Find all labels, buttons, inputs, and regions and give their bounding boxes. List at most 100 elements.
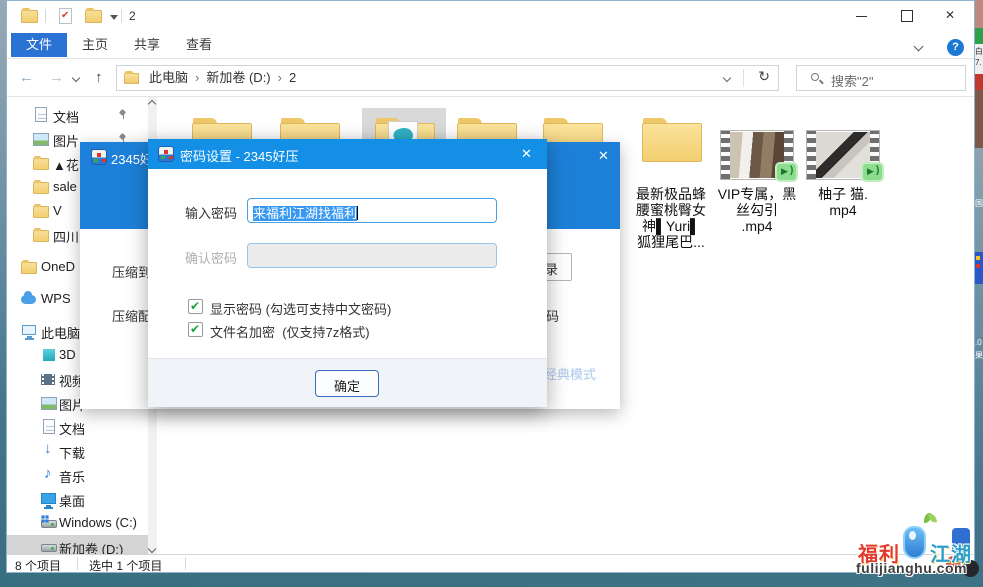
- play-badge-icon: [775, 162, 798, 182]
- folder-icon: [33, 158, 49, 170]
- address-folder-icon: [124, 73, 139, 84]
- search-icon: [811, 73, 819, 81]
- breadcrumb-item[interactable]: 新加卷 (D:): [202, 66, 274, 90]
- file-item-label: 最新极品蜂腰蜜桃臀女神▌Yuri▌狐狸尾巴...: [629, 186, 713, 250]
- folder-icon: [33, 230, 49, 242]
- pin-icon: [119, 134, 127, 142]
- password-link-fragment[interactable]: 码: [546, 306, 559, 325]
- folder-icon: [642, 118, 700, 160]
- tab-share[interactable]: 共享: [123, 33, 171, 57]
- selected-count: 选中 1 个项目: [89, 557, 162, 574]
- desktop-label-fragment: 白: [975, 46, 983, 57]
- divider: [743, 69, 744, 87]
- sidebar-item-note[interactable]: 音乐: [7, 463, 148, 487]
- haozip-icon: [158, 146, 174, 162]
- desktop-label-fragment: .0: [975, 338, 982, 347]
- pic-icon: [41, 397, 57, 410]
- breadcrumb-item[interactable]: 此电脑: [145, 66, 192, 90]
- ribbon-tabs: 文件主页共享查看 ?: [7, 31, 974, 59]
- file-item[interactable]: 最新极品蜂腰蜜桃臀女神▌Yuri▌狐狸尾巴...: [629, 108, 713, 160]
- classic-mode-link[interactable]: 经典模式: [544, 364, 596, 383]
- doc-icon: [43, 419, 55, 434]
- drive-win-icon: [41, 520, 57, 528]
- refresh-icon[interactable]: [758, 68, 770, 85]
- sprout-icon: [924, 513, 934, 527]
- desktop-label-fragment: 果: [975, 350, 983, 361]
- quick-access-caret-icon[interactable]: [110, 13, 118, 21]
- recent-locations-icon[interactable]: [72, 74, 80, 82]
- search-input[interactable]: 搜索"2": [831, 71, 873, 90]
- show-password-checkbox[interactable]: [188, 299, 203, 314]
- scroll-up-icon[interactable]: [148, 100, 156, 108]
- password-input[interactable]: 来福利江湖找福利: [247, 198, 497, 223]
- file-item-label: 柚子 猫.mp4: [801, 186, 885, 218]
- address-dropdown-icon[interactable]: [723, 74, 731, 82]
- cloud-icon: [21, 295, 36, 304]
- quick-access-folder-icon[interactable]: [85, 10, 102, 23]
- window-controls: [839, 1, 974, 31]
- divider: [185, 557, 186, 570]
- item-count: 8 个项目: [15, 557, 61, 574]
- forward-button[interactable]: [49, 69, 64, 86]
- sidebar-item-label: 桌面: [59, 491, 85, 510]
- compress-to-label: 压缩到: [112, 262, 151, 281]
- scroll-down-icon[interactable]: [148, 545, 156, 553]
- window-title: 2: [129, 9, 136, 23]
- watermark: 福利 江湖 fulijianghu.com: [858, 514, 982, 584]
- ribbon-collapse-icon[interactable]: [914, 42, 924, 52]
- navigation-bar: 此电脑›新加卷 (D:)›2 搜索"2": [7, 59, 974, 97]
- maximize-button[interactable]: [884, 1, 929, 30]
- doc-icon: [35, 107, 47, 122]
- password-input-label: 输入密码: [185, 203, 237, 222]
- search-box[interactable]: 搜索"2": [796, 65, 966, 91]
- ok-button[interactable]: 确定: [315, 370, 379, 397]
- divider: [77, 557, 78, 570]
- file-item-label: VIP专属，黑丝勾引.mp4: [715, 186, 799, 234]
- confirm-password-input[interactable]: [247, 243, 497, 268]
- desktop-icon-fragment: [975, 252, 983, 284]
- sidebar-item-label: 四川: [53, 227, 79, 246]
- sidebar-item-down[interactable]: 下载: [7, 439, 148, 463]
- compress-dialog-close-icon[interactable]: [598, 148, 609, 164]
- desktop-label-fragment: 7.: [975, 58, 982, 67]
- help-icon[interactable]: ?: [947, 39, 964, 56]
- password-dialog-close-icon[interactable]: [521, 146, 532, 162]
- sidebar-item-label: 图片: [53, 131, 79, 150]
- play-badge-icon: [861, 162, 884, 182]
- password-dialog-titlebar: 密码设置 - 2345好压: [148, 139, 547, 169]
- sidebar-item-drive-win[interactable]: Windows (C:): [7, 511, 148, 535]
- encrypt-filename-checkbox[interactable]: [188, 322, 203, 337]
- tab-home[interactable]: 主页: [71, 33, 119, 57]
- tab-file[interactable]: 文件: [11, 33, 67, 57]
- sidebar-item-desk[interactable]: 桌面: [7, 487, 148, 511]
- address-bar[interactable]: 此电脑›新加卷 (D:)›2: [116, 65, 779, 91]
- minimize-button[interactable]: [839, 1, 884, 30]
- down-icon: [41, 443, 57, 459]
- folder-icon: [33, 182, 49, 194]
- desktop-icon-fragment: [975, 0, 983, 28]
- status-bar: 8 个项目 选中 1 个项目: [7, 554, 974, 572]
- file-item[interactable]: 柚子 猫.mp4: [801, 108, 885, 180]
- desktop-icon-fragment: [975, 74, 983, 90]
- sidebar-item-doc[interactable]: 文档: [7, 103, 148, 127]
- checklist-icon[interactable]: [59, 8, 72, 24]
- app-folder-icon: [21, 10, 38, 23]
- sidebar-item-label: OneD: [41, 259, 75, 274]
- breadcrumb-separator-icon: ›: [192, 66, 202, 90]
- breadcrumb-item[interactable]: 2: [285, 66, 300, 90]
- file-item[interactable]: VIP专属，黑丝勾引.mp4: [715, 108, 799, 180]
- title-bar: 2: [7, 1, 974, 31]
- sidebar-item-label: 文档: [53, 107, 79, 126]
- tab-view[interactable]: 查看: [175, 33, 223, 57]
- sidebar-item-doc[interactable]: 文档: [7, 415, 148, 439]
- folder-icon: [21, 262, 37, 274]
- video-thumbnail: [806, 130, 880, 180]
- pc-icon: [22, 325, 36, 335]
- watermark-url: fulijianghu.com: [856, 560, 967, 576]
- breadcrumb-separator-icon: ›: [275, 66, 285, 90]
- note-icon: [41, 467, 57, 483]
- desktop: 2 文件主页共享查看 ? 此电脑›新加卷 (D:)›2: [0, 0, 983, 587]
- close-button[interactable]: [929, 1, 974, 30]
- up-button[interactable]: [95, 69, 103, 86]
- back-button[interactable]: [19, 69, 34, 86]
